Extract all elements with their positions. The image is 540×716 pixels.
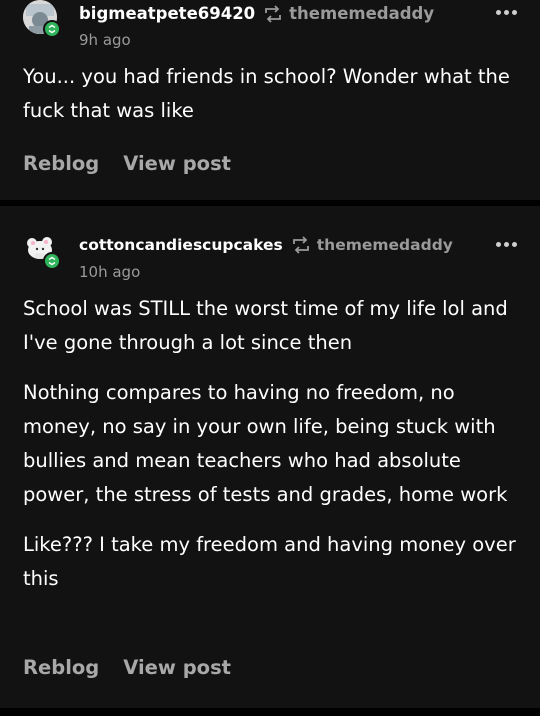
reblog-button[interactable]: Reblog: [23, 152, 99, 175]
post-actions: Reblog View post: [23, 152, 231, 175]
reblog-button[interactable]: Reblog: [23, 656, 99, 679]
reblog-icon: [263, 4, 283, 23]
post-actions: Reblog View post: [23, 656, 231, 679]
reblog-source-link[interactable]: thememedaddy: [289, 4, 434, 23]
username-link[interactable]: cottoncandiescupcakes: [79, 236, 283, 254]
post-paragraph: Nothing compares to having no freedom, n…: [23, 381, 508, 506]
more-options-icon[interactable]: [496, 242, 517, 247]
post-body: School was STILL the worst time of my li…: [23, 292, 517, 596]
more-options-icon[interactable]: [496, 10, 517, 15]
post-card: cottoncandiescupcakes thememedaddy 10h a…: [0, 206, 540, 714]
reblog-source-link[interactable]: thememedaddy: [317, 236, 453, 254]
post-paragraph: Like??? I take my freedom and having mon…: [23, 533, 516, 590]
view-post-button[interactable]: View post: [123, 152, 231, 175]
checkmark-badge-icon: [43, 20, 61, 38]
checkmark-badge-icon: [43, 252, 61, 270]
post-header: cottoncandiescupcakes thememedaddy 10h a…: [23, 206, 517, 292]
post-paragraph: You... you had friends in school? Wonder…: [23, 65, 510, 122]
post-timestamp: 10h ago: [79, 263, 141, 281]
post-card: bigmeatpete69420 thememedaddy 9h ago You…: [0, 0, 540, 206]
reblog-icon: [291, 236, 311, 254]
post-header: bigmeatpete69420 thememedaddy 9h ago: [23, 0, 517, 60]
post-body: You... you had friends in school? Wonder…: [23, 60, 517, 128]
post-timestamp: 9h ago: [79, 31, 131, 49]
feed: bigmeatpete69420 thememedaddy 9h ago You…: [0, 0, 540, 714]
username-link[interactable]: bigmeatpete69420: [79, 4, 255, 23]
post-attribution: bigmeatpete69420 thememedaddy: [79, 4, 434, 23]
view-post-button[interactable]: View post: [123, 656, 231, 679]
post-paragraph: School was STILL the worst time of my li…: [23, 297, 508, 354]
post-attribution: cottoncandiescupcakes thememedaddy: [79, 236, 453, 254]
